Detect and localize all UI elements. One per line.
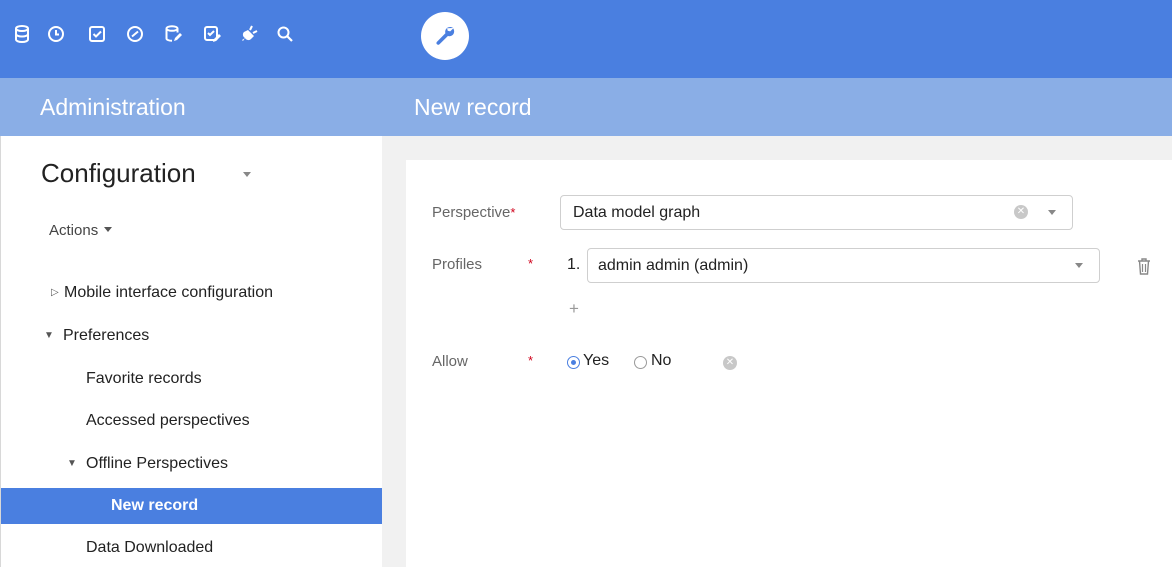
triangle-down-icon[interactable]: ▼	[44, 318, 54, 354]
sidebar-item-label: Favorite records	[86, 370, 202, 387]
clock-icon[interactable]	[42, 20, 70, 48]
gauge-icon[interactable]	[121, 20, 149, 48]
required-mark: *	[510, 205, 516, 220]
clear-icon[interactable]: ✕	[723, 356, 737, 370]
chevron-down-icon[interactable]	[1075, 263, 1083, 268]
perspective-value: Data model graph	[573, 204, 701, 221]
sidebar-item-label: Preferences	[63, 327, 150, 344]
sidebar-item-label: Accessed perspectives	[86, 412, 250, 429]
sidebar-item-offline-perspectives[interactable]: ▼ Offline Perspectives	[1, 446, 383, 482]
search-icon[interactable]	[271, 20, 299, 48]
checkbox-icon[interactable]	[83, 20, 111, 48]
sidebar-item-label: Mobile interface configuration	[64, 284, 274, 301]
allow-no-label[interactable]: No	[651, 352, 671, 370]
top-toolbar	[0, 0, 1172, 78]
clear-icon[interactable]: ✕	[1014, 205, 1028, 219]
sidebar-item-favorite-records[interactable]: Favorite records	[1, 361, 383, 397]
profile-index: 1.	[567, 256, 581, 273]
profiles-label: Profiles	[432, 256, 483, 273]
database-icon[interactable]	[8, 20, 36, 48]
sidebar-item-preferences[interactable]: ▼ Preferences	[1, 318, 383, 354]
required-mark: *	[528, 353, 534, 368]
wrench-icon[interactable]	[421, 12, 469, 60]
checklist-edit-icon[interactable]	[198, 20, 226, 48]
sidebar-item-label: Data Downloaded	[86, 539, 214, 556]
title-bar: Administration New record	[0, 78, 1172, 136]
sidebar-item-data-downloaded[interactable]: Data Downloaded	[1, 530, 383, 566]
chevron-down-icon[interactable]	[1048, 210, 1056, 215]
sidebar-item-label: New record	[111, 497, 199, 514]
sidebar-item-accessed-perspectives[interactable]: Accessed perspectives	[1, 403, 383, 439]
database-edit-icon[interactable]	[159, 20, 187, 48]
trash-icon[interactable]	[1137, 257, 1151, 275]
perspective-select[interactable]: Data model graph ✕	[560, 195, 1073, 230]
allow-no-radio[interactable]	[634, 356, 647, 369]
section-title: Administration	[40, 94, 186, 120]
chevron-down-icon[interactable]	[243, 172, 251, 177]
allow-yes-radio[interactable]	[567, 356, 580, 369]
triangle-down-icon[interactable]: ▼	[67, 446, 77, 482]
plug-icon[interactable]	[236, 20, 264, 48]
form-panel: Perspective* Data model graph ✕ Profiles…	[406, 160, 1172, 567]
triangle-right-icon[interactable]: ▷	[51, 275, 59, 311]
sidebar: Configuration Actions ▷ Mobile interface…	[0, 136, 383, 567]
sidebar-item-label: Offline Perspectives	[86, 455, 228, 472]
add-profile-button[interactable]: +	[569, 299, 579, 319]
sidebar-item-new-record[interactable]: New record	[1, 488, 383, 524]
actions-label: Actions	[49, 222, 99, 239]
required-mark: *	[528, 256, 534, 271]
allow-label: Allow	[432, 353, 468, 370]
sidebar-item-mobile-interface-configuration[interactable]: ▷ Mobile interface configuration	[1, 275, 383, 311]
caret-down-icon	[104, 227, 113, 232]
main-area: Perspective* Data model graph ✕ Profiles…	[382, 136, 1172, 567]
page-title: New record	[414, 94, 532, 120]
allow-yes-label[interactable]: Yes	[583, 352, 609, 370]
perspective-label: Perspective*	[432, 204, 516, 221]
profile-value: admin admin (admin)	[598, 257, 749, 274]
sidebar-title: Configuration	[41, 158, 196, 188]
actions-menu-button[interactable]: Actions	[49, 222, 113, 239]
profile-select[interactable]: admin admin (admin)	[587, 248, 1100, 283]
